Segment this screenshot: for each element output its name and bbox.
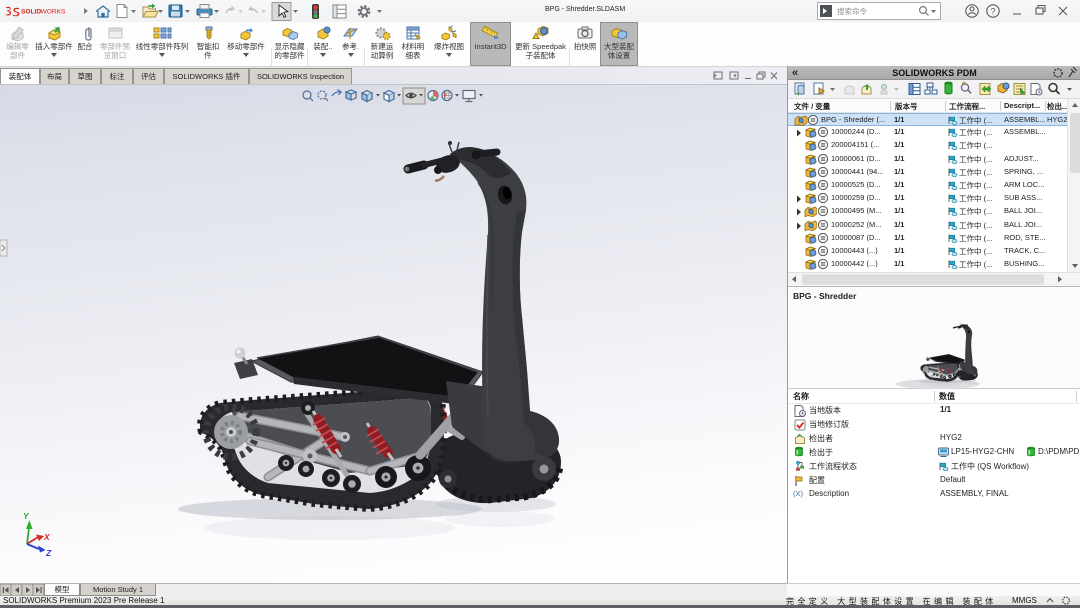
svg-text:SOLID: SOLID bbox=[21, 9, 41, 16]
svg-text:Y: Y bbox=[23, 511, 30, 521]
svg-text:?: ? bbox=[991, 7, 996, 17]
svg-text:WORKS: WORKS bbox=[41, 9, 67, 16]
svg-text:X: X bbox=[43, 532, 51, 542]
svg-text:Z: Z bbox=[45, 548, 52, 558]
